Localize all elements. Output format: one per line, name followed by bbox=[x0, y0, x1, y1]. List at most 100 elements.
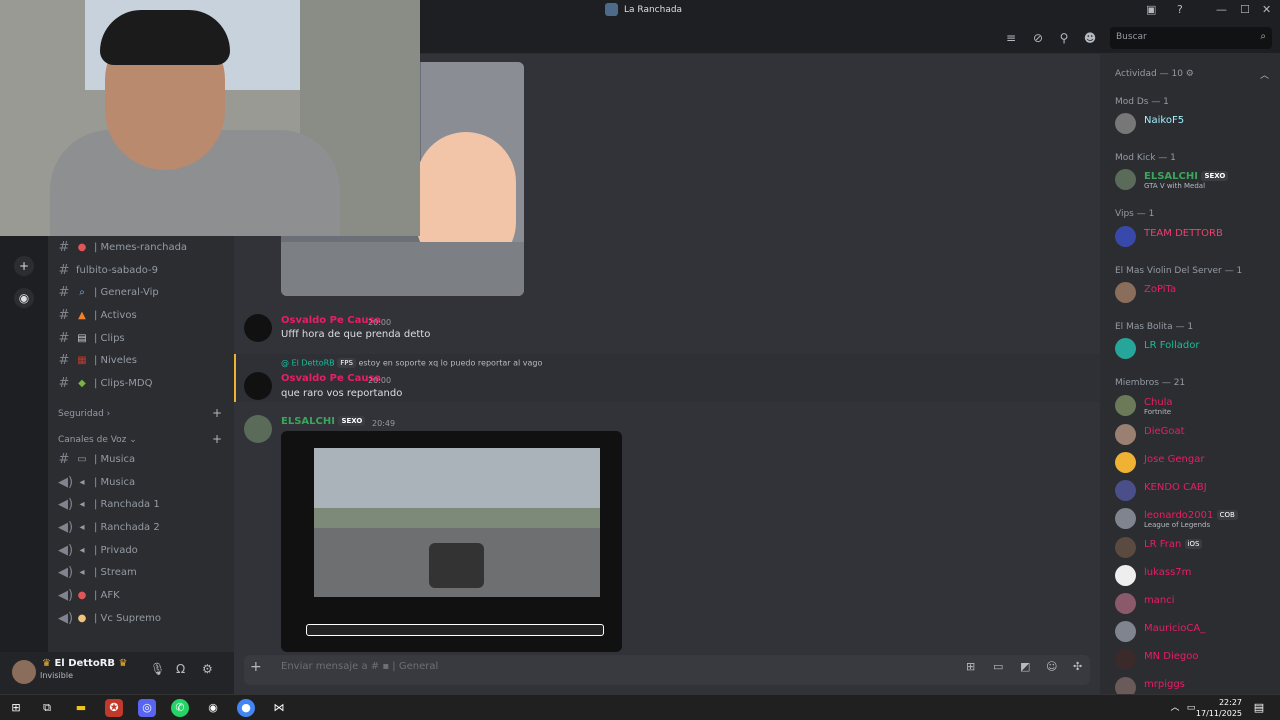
message-author[interactable]: Osvaldo Pe Causa bbox=[281, 373, 381, 384]
member-name: mrpiggs bbox=[1144, 679, 1185, 690]
notifications-icon[interactable]: ▤ bbox=[1250, 699, 1268, 717]
minimize-button[interactable]: — bbox=[1216, 3, 1227, 16]
add-channel-button[interactable]: + bbox=[212, 432, 222, 446]
settings-icon[interactable]: ⚙ bbox=[202, 662, 213, 676]
member-row[interactable]: LR Fran iOS bbox=[1115, 536, 1275, 560]
member-row[interactable]: mrpiggs bbox=[1115, 676, 1275, 694]
inbox-icon[interactable]: ▣ bbox=[1146, 3, 1156, 16]
microphone-icon[interactable]: 🎙︎ bbox=[150, 662, 165, 676]
speaker-icon: ◀) bbox=[58, 542, 74, 558]
mute-icon[interactable]: ⊘ bbox=[1030, 30, 1046, 46]
avatar[interactable] bbox=[244, 314, 272, 342]
add-server-icon[interactable]: + bbox=[14, 256, 34, 276]
member-name: MN Diegoo bbox=[1144, 651, 1199, 662]
fire-icon: ▲ bbox=[78, 309, 86, 321]
add-attachment-icon[interactable]: + bbox=[250, 659, 262, 675]
window-title-text: La Ranchada bbox=[624, 4, 683, 15]
member-name: LR Fran iOS bbox=[1144, 539, 1203, 550]
avatar[interactable] bbox=[244, 415, 272, 443]
member-name: Jose Gengar bbox=[1144, 454, 1205, 465]
voice-channel-item[interactable]: ◀) ● | Vc Supremo bbox=[58, 608, 228, 628]
category-seguridad[interactable]: Seguridad › bbox=[58, 409, 110, 419]
discover-icon[interactable]: ◉ bbox=[14, 288, 34, 308]
search-input[interactable]: Buscar ⌕ bbox=[1110, 27, 1272, 49]
category-voz[interactable]: Canales de Voz ⌄ bbox=[58, 435, 137, 445]
file-explorer-icon[interactable]: ▬ bbox=[72, 699, 90, 717]
member-row[interactable]: KENDO CABJ bbox=[1115, 479, 1275, 503]
timeline-bar[interactable] bbox=[306, 624, 604, 636]
bars-icon: ▦ bbox=[77, 354, 87, 366]
channel-label: | Musica bbox=[94, 453, 136, 465]
discord-window: La Ranchada ▣ ? — ☐ ✕ ≡ ⊘ ⚲ ☻ Buscar ⌕ +… bbox=[0, 0, 1280, 694]
channel-label: fulbito-sabado-9 bbox=[76, 264, 159, 276]
chrome-icon[interactable]: ● bbox=[237, 699, 255, 717]
member-row[interactable]: Chula Fortnite bbox=[1115, 394, 1275, 418]
voice-channel-item[interactable]: ◀) ◂ | Ranchada 1 bbox=[58, 494, 228, 514]
voice-channel-item[interactable]: ◀) ◂ | Privado bbox=[58, 540, 228, 560]
channel-item[interactable]: # ⌕ | General-Vip bbox=[58, 282, 228, 302]
channel-item[interactable]: # ▤ | Clips bbox=[58, 328, 228, 348]
voice-channel-item[interactable]: ◀) ● | AFK bbox=[58, 585, 228, 605]
app-icon[interactable]: ✪ bbox=[105, 699, 123, 717]
threads-icon[interactable]: ≡ bbox=[1003, 30, 1019, 46]
obs-icon[interactable]: ◉ bbox=[204, 699, 222, 717]
help-icon[interactable]: ? bbox=[1177, 3, 1183, 16]
system-clock[interactable]: 22:27 17/11/2025 bbox=[1196, 697, 1242, 719]
member-row[interactable]: MN Diegoo bbox=[1115, 648, 1275, 672]
member-row[interactable]: DieGoat bbox=[1115, 423, 1275, 447]
start-icon[interactable]: ⊞ bbox=[7, 699, 25, 717]
member-row[interactable]: ELSALCHI SEXO GTA V with Medal bbox=[1115, 168, 1275, 192]
member-row[interactable]: lukass7m bbox=[1115, 564, 1275, 588]
maximize-button[interactable]: ☐ bbox=[1240, 3, 1250, 16]
reply-preview[interactable]: @ El DettoRB FPS estoy en soporte xq lo … bbox=[281, 358, 542, 368]
channel-item[interactable]: # ● | Memes-ranchada bbox=[58, 237, 228, 257]
clapper-icon: ▤ bbox=[77, 332, 87, 344]
channel-item[interactable]: # ▲ | Activos bbox=[58, 305, 228, 325]
member-row[interactable]: Jose Gengar bbox=[1115, 451, 1275, 475]
members-icon[interactable]: ☻ bbox=[1082, 30, 1098, 46]
task-view-icon[interactable]: ⧉ bbox=[38, 699, 56, 717]
capcut-icon[interactable]: ⋈ bbox=[270, 699, 288, 717]
user-name[interactable]: ♛ El DettoRB ♛ bbox=[42, 658, 127, 669]
placeholder-channel: General bbox=[398, 661, 439, 672]
member-name: KENDO CABJ bbox=[1144, 482, 1207, 493]
avatar[interactable] bbox=[244, 372, 272, 400]
member-row[interactable]: TEAM DETTORB bbox=[1115, 225, 1275, 249]
discord-icon[interactable]: ◎ bbox=[138, 699, 156, 717]
member-row[interactable]: MauricioCA_ bbox=[1115, 620, 1275, 644]
member-row[interactable]: leonardo2001 COB League of Legends bbox=[1115, 507, 1275, 531]
voice-channel-item[interactable]: ◀) ◂ | Stream bbox=[58, 562, 228, 582]
member-row[interactable]: ZoPiTa bbox=[1115, 281, 1275, 305]
member-row[interactable]: LR Follador bbox=[1115, 337, 1275, 361]
hash-icon: # bbox=[58, 352, 70, 368]
member-name: lukass7m bbox=[1144, 567, 1192, 578]
speaker-icon: ◀) bbox=[58, 610, 74, 626]
sticker-icon[interactable]: ◩ bbox=[1020, 660, 1030, 673]
member-row[interactable]: NaikoF5 bbox=[1115, 112, 1275, 136]
channel-item[interactable]: # fulbito-sabado-9 bbox=[58, 260, 228, 280]
close-button[interactable]: ✕ bbox=[1262, 3, 1271, 16]
gear-icon[interactable]: ⚙ bbox=[1186, 69, 1194, 79]
gift-icon[interactable]: ⊞ bbox=[966, 660, 975, 673]
whatsapp-icon[interactable]: ✆ bbox=[171, 699, 189, 717]
gif-icon[interactable]: ▭ bbox=[993, 660, 1003, 673]
avatar bbox=[1115, 113, 1136, 134]
message-author[interactable]: Osvaldo Pe Causa bbox=[281, 315, 381, 326]
avatar[interactable] bbox=[12, 660, 36, 684]
add-channel-button[interactable]: + bbox=[212, 406, 222, 420]
emoji-icon[interactable]: ☺ bbox=[1046, 660, 1057, 673]
collapse-icon[interactable]: ︿ bbox=[1260, 68, 1269, 81]
voice-channel-item[interactable]: # ▭ | Musica bbox=[58, 449, 228, 469]
video-attachment[interactable] bbox=[281, 431, 622, 652]
member-row[interactable]: manci bbox=[1115, 592, 1275, 616]
message-author[interactable]: ELSALCHI SEXO bbox=[281, 416, 366, 427]
voice-channel-item[interactable]: ◀) ◂ | Ranchada 2 bbox=[58, 517, 228, 537]
pin-icon[interactable]: ⚲ bbox=[1056, 30, 1072, 46]
channel-item[interactable]: # ▦ | Niveles bbox=[58, 350, 228, 370]
apps-icon[interactable]: ✣ bbox=[1073, 660, 1082, 673]
voice-channel-item[interactable]: ◀) ◂ | Musica bbox=[58, 472, 228, 492]
channel-label: | Memes-ranchada bbox=[94, 241, 188, 253]
channel-item[interactable]: # ◆ | Clips-MDQ bbox=[58, 373, 228, 393]
headphones-icon[interactable]: Ω bbox=[176, 662, 185, 676]
avatar bbox=[1115, 677, 1136, 694]
